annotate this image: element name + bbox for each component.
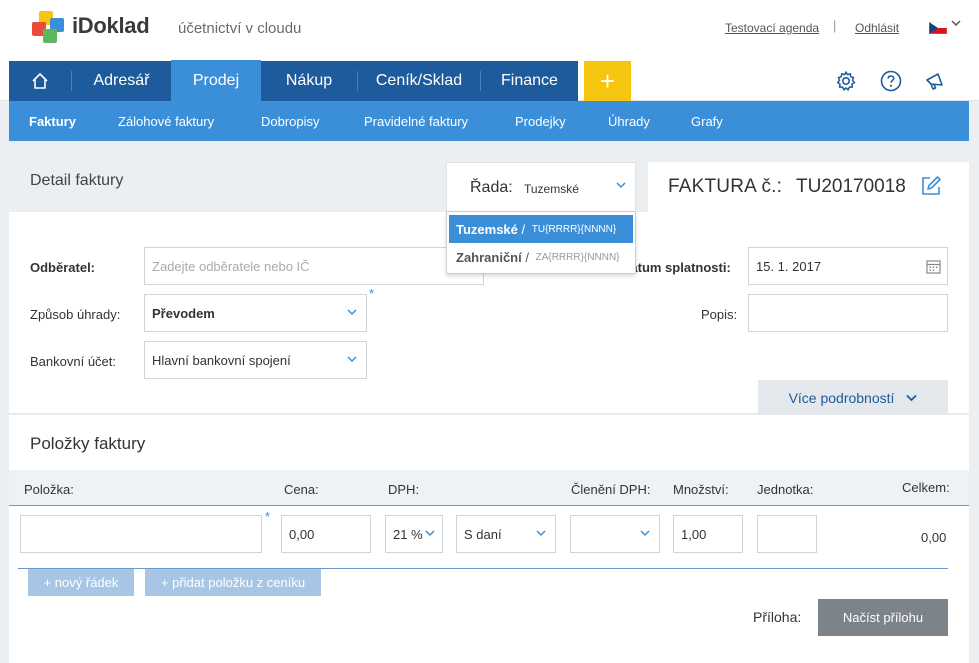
chevron-down-icon <box>347 356 357 363</box>
subnav-pravidelne-faktury[interactable]: Pravidelné faktury <box>364 101 468 141</box>
language-chevron-icon[interactable] <box>951 19 961 30</box>
subnav-uhrady[interactable]: Úhrady <box>608 101 650 141</box>
item-price-type-value: S daní <box>464 526 502 542</box>
item-total-value: 0,00 <box>921 530 947 545</box>
top-header: iDoklad účetnictví v cloudu Testovací ag… <box>0 0 979 60</box>
col-header-total: Celkem: <box>902 480 950 495</box>
item-vat-select[interactable]: 21 % <box>385 515 443 553</box>
required-marker: * <box>265 509 271 524</box>
series-dropdown: Tuzemské / TU{RRRR}{NNNN} Zahraniční / Z… <box>446 211 636 274</box>
bank-account-value: Hlavní bankovní spojení <box>152 352 291 368</box>
header-separator: | <box>833 18 837 33</box>
logout-link[interactable]: Odhlásit <box>855 21 899 35</box>
col-header-item: Položka: <box>24 482 74 497</box>
chevron-down-icon <box>425 530 435 537</box>
load-attachment-button[interactable]: Načíst přílohu <box>818 599 948 636</box>
add-row-button[interactable]: + nový řádek <box>28 569 134 596</box>
page-title: Detail faktury <box>30 172 124 189</box>
due-date-input[interactable]: 15. 1. 2017 <box>748 247 948 285</box>
series-option-zahranicni[interactable]: Zahraniční / ZA{RRRR}{NNNN} <box>449 243 633 271</box>
nav-nakup[interactable]: Nákup <box>261 61 357 101</box>
option-sep: / <box>521 249 533 265</box>
col-header-vat-classification: Členění DPH: <box>571 482 651 497</box>
nav-finance[interactable]: Finance <box>481 61 578 101</box>
payment-method-select[interactable]: Převodem <box>144 294 367 332</box>
home-icon[interactable] <box>9 61 71 101</box>
item-vat-value: 21 % <box>393 526 423 542</box>
chevron-down-icon <box>536 530 546 537</box>
items-title: Položky faktury <box>30 434 146 453</box>
item-price-type-select[interactable]: S daní <box>456 515 556 553</box>
customer-input[interactable]: Zadejte odběratele nebo IČ <box>144 247 484 285</box>
payment-method-value: Převodem <box>152 305 215 321</box>
subnav-grafy[interactable]: Grafy <box>691 101 723 141</box>
attachment-label: Příloha: <box>753 609 802 625</box>
due-date-label: Datum splatnosti: <box>621 260 731 275</box>
add-new-button[interactable]: + <box>584 61 631 101</box>
nav-prodej[interactable]: Prodej <box>171 60 261 102</box>
series-select[interactable]: Řada: Tuzemské <box>446 162 636 212</box>
bank-account-label: Bankovní účet: <box>30 354 116 369</box>
edit-icon[interactable] <box>920 175 942 197</box>
czech-flag-icon[interactable] <box>929 22 947 34</box>
add-from-pricelist-button[interactable]: + přidat položku z ceníku <box>145 569 321 596</box>
col-header-quantity: Množství: <box>673 482 729 497</box>
chevron-down-icon <box>347 309 357 316</box>
chevron-down-icon <box>640 530 650 537</box>
customer-label: Odběratel: <box>30 260 96 275</box>
subnav-zalohove-faktury[interactable]: Zálohové faktury <box>118 101 214 141</box>
items-table-header <box>9 470 969 506</box>
subnav-faktury[interactable]: Faktury <box>29 101 76 141</box>
col-header-vat: DPH: <box>388 482 420 497</box>
due-date-value: 15. 1. 2017 <box>756 258 822 274</box>
series-option-tuzemske[interactable]: Tuzemské / TU{RRRR}{NNNN} <box>449 215 633 243</box>
item-quantity-input[interactable]: 1,00 <box>673 515 743 553</box>
col-header-price: Cena: <box>284 482 319 497</box>
nav-adresar[interactable]: Adresář <box>72 61 171 101</box>
series-value: Tuzemské <box>524 182 579 196</box>
payment-method-label: Způsob úhrady: <box>30 307 121 322</box>
sub-nav: Faktury Zálohové faktury Dobropisy Pravi… <box>9 101 969 141</box>
option-name: Tuzemské <box>456 221 518 237</box>
main-nav-bar: Adresář Prodej Nákup Ceník/Sklad Finance <box>9 60 578 102</box>
item-price-input[interactable]: 0,00 <box>281 515 371 553</box>
customer-placeholder: Zadejte odběratele nebo IČ <box>152 258 310 274</box>
option-pattern: TU{RRRR}{NNNN} <box>531 223 617 235</box>
invoice-header: FAKTURA č.: TU20170018 <box>648 162 969 212</box>
invoice-number: TU20170018 <box>796 176 906 197</box>
app-tagline: účetnictví v cloudu <box>178 20 302 37</box>
app-name[interactable]: iDoklad <box>72 13 150 39</box>
col-header-unit: Jednotka: <box>757 482 814 497</box>
item-name-input[interactable] <box>20 515 262 553</box>
bank-account-select[interactable]: Hlavní bankovní spojení <box>144 341 367 379</box>
item-unit-input[interactable] <box>757 515 817 553</box>
item-price-value: 0,00 <box>289 526 315 542</box>
gear-icon[interactable] <box>834 69 858 93</box>
description-label: Popis: <box>701 307 738 322</box>
item-quantity-value: 1,00 <box>681 526 707 542</box>
item-vat-classification-select[interactable] <box>570 515 660 553</box>
option-name: Zahraniční <box>456 249 522 265</box>
more-details-label: Více podrobností <box>788 389 895 406</box>
chevron-down-icon <box>906 394 918 401</box>
calendar-icon[interactable] <box>926 259 941 274</box>
main-nav: Adresář Prodej Nákup Ceník/Sklad Finance… <box>0 60 979 102</box>
description-input[interactable] <box>748 294 948 332</box>
nav-cenik-sklad[interactable]: Ceník/Sklad <box>358 61 480 101</box>
option-pattern: ZA{RRRR}{NNNN} <box>535 251 620 263</box>
more-details-button[interactable]: Více podrobností <box>758 380 948 415</box>
option-sep: / <box>517 221 529 237</box>
subnav-prodejky[interactable]: Prodejky <box>515 101 566 141</box>
idoklad-logo-icon[interactable] <box>32 11 64 43</box>
megaphone-icon[interactable] <box>923 69 947 93</box>
series-label: Řada: <box>470 179 513 196</box>
help-icon[interactable] <box>879 69 903 93</box>
chevron-down-icon <box>615 179 627 191</box>
required-marker: * <box>369 286 375 301</box>
agenda-link[interactable]: Testovací agenda <box>725 21 819 35</box>
subnav-dobropisy[interactable]: Dobropisy <box>261 101 320 141</box>
invoice-title: FAKTURA č.: <box>668 176 783 197</box>
